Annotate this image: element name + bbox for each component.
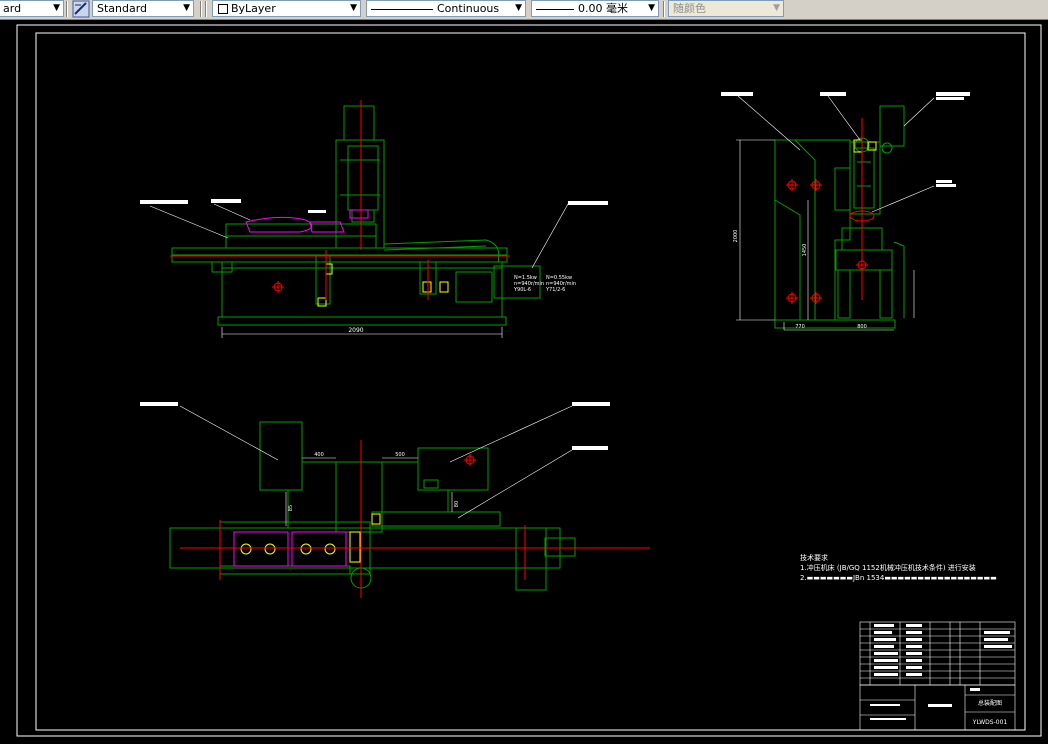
plan-gap2-dim: 500	[395, 452, 405, 458]
tech-notes-line1: 1.冲压机床 (JB/GQ 1152机械冲压机技术条件) 进行安装	[800, 563, 976, 572]
text-style-value: ard	[3, 2, 22, 15]
lineweight-preview	[536, 9, 574, 10]
text-style-combo[interactable]: ard ▼	[0, 0, 64, 17]
chevron-down-icon[interactable]: ▼	[773, 1, 780, 16]
motor-spec-block: N=1.5kw n=940r/min Y90L-6 N=0.55kw n=940…	[513, 275, 576, 293]
linetype-combo[interactable]: Continuous ▼	[366, 0, 526, 17]
plan-leader-labels	[140, 402, 610, 450]
motor-spec-line6: Y71/2-6	[545, 287, 565, 293]
side-height2-dim: 1450	[802, 244, 808, 257]
toolbar-separator	[66, 1, 68, 17]
dim-style-value: Standard	[97, 2, 148, 15]
plan-gap1-dim: 400	[314, 452, 324, 458]
plan-view-dimensions	[179, 405, 573, 526]
linetype-preview	[371, 9, 433, 10]
drawing-title: 总装配图	[978, 699, 1002, 707]
tech-notes: 技术要求 1.冲压机床 (JB/GQ 1152机械冲压机技术条件) 进行安装 2…	[800, 553, 997, 582]
front-view	[171, 105, 541, 326]
dimension-style-icon[interactable]	[72, 0, 90, 18]
plan-gap3-dim: 85	[288, 505, 294, 511]
toolbar-separator	[663, 1, 665, 17]
drawing-canvas[interactable]: 2090 N=1.5kw n=940r/min Y90L-6 N=0.55kw …	[0, 20, 1048, 744]
outer-frame	[16, 24, 1042, 737]
properties-toolbar: ard ▼ Standard ▼ ByLayer ▼ Continuous ▼ …	[0, 0, 1048, 20]
color-swatch-icon	[218, 4, 228, 14]
linetype-value: Continuous	[437, 2, 500, 15]
dim-style-combo[interactable]: Standard ▼	[92, 0, 194, 17]
color-value: ByLayer	[231, 2, 276, 15]
drawing-code: YLWDS-001	[972, 719, 1008, 726]
toolbar-separator	[205, 1, 207, 17]
chevron-down-icon[interactable]: ▼	[648, 1, 655, 16]
color-combo[interactable]: ByLayer ▼	[212, 0, 361, 17]
side-width-right-dim: 800	[857, 324, 867, 330]
chevron-down-icon[interactable]: ▼	[53, 1, 60, 16]
toolbar-separator	[200, 1, 202, 17]
front-length-dim: 2090	[348, 327, 363, 334]
chevron-down-icon[interactable]: ▼	[350, 1, 357, 16]
plan-view	[169, 421, 576, 591]
motor-spec-line3: Y90L-6	[513, 287, 531, 293]
lineweight-combo[interactable]: 0.00 毫米 ▼	[531, 0, 659, 17]
chevron-down-icon[interactable]: ▼	[515, 1, 522, 16]
side-view-centerlines	[786, 118, 868, 304]
tech-notes-line2: 2.▬▬▬▬▬▬▬JBn 1534▬▬▬▬▬▬▬▬▬▬▬▬▬▬▬▬▬	[800, 574, 997, 582]
side-width-left-dim: 770	[795, 324, 805, 330]
plot-style-value: 随颜色	[673, 2, 706, 15]
chevron-down-icon[interactable]: ▼	[183, 1, 190, 16]
plot-style-combo[interactable]: 随颜色 ▼	[668, 0, 784, 17]
tech-notes-title: 技术要求	[800, 553, 828, 562]
lineweight-value: 0.00 毫米	[578, 2, 628, 15]
side-height-dim: 2000	[733, 230, 739, 243]
plan-gap4-dim: 80	[454, 501, 460, 507]
